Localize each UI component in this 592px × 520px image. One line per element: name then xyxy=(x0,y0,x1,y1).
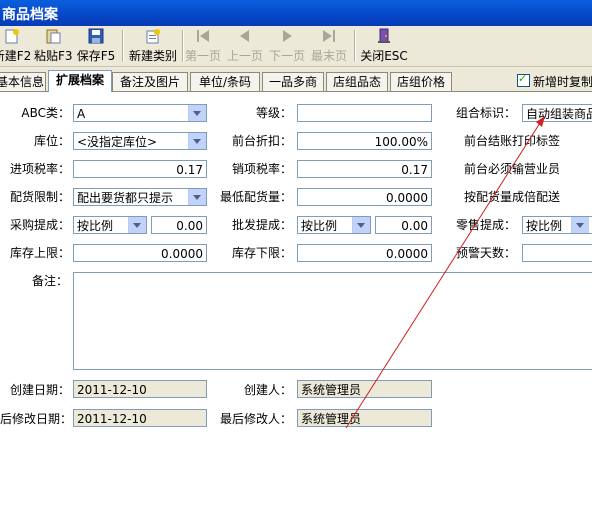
next-page-button[interactable]: 下一页 xyxy=(268,28,306,64)
tab-remarks-images[interactable]: 备注及图片 xyxy=(112,72,188,91)
chevron-down-icon[interactable] xyxy=(188,189,206,205)
distribution-limit-select[interactable]: 配出要货都只提示 xyxy=(73,188,207,206)
wholesale-commission-mode-value: 按比例 xyxy=(301,219,338,233)
multiple-distribution-label: 按配货量成倍配送 xyxy=(464,190,561,204)
save-disk-icon xyxy=(88,28,104,44)
out-tax-input[interactable]: 0.17 xyxy=(297,160,432,178)
tab-unit-barcode[interactable]: 单位/条码 xyxy=(190,72,260,91)
save-button[interactable]: 保存F5 xyxy=(76,28,116,64)
next-page-icon xyxy=(283,30,292,42)
form-panel: ABC类： A 等级： 组合标识： 自动组装商品 库位： <没指定库位> 前台折… xyxy=(0,91,592,520)
new-doc-icon xyxy=(5,29,19,44)
front-clerk-label: 前台必须输营业员 xyxy=(464,162,561,176)
copy-on-add-label: 新增时复制 xyxy=(533,75,592,89)
retail-commission-label: 零售提成： xyxy=(455,218,516,232)
purchase-commission-label: 采购提成： xyxy=(9,218,70,232)
level-input[interactable] xyxy=(297,104,432,122)
tab-strip: 基本信息 扩展档案 备注及图片 单位/条码 一品多商 店组品态 店组价格 新增时… xyxy=(0,70,592,92)
title-bar: 商品档案 xyxy=(0,0,592,26)
tab-multi-supplier[interactable]: 一品多商 xyxy=(262,72,324,91)
remark-label: 备注： xyxy=(31,274,68,288)
created-date-label: 创建日期： xyxy=(9,383,70,397)
min-distribution-input[interactable]: 0.0000 xyxy=(297,188,432,206)
toolbar: 新建F2 粘贴F3 保存F5 新建类别 第一页 上一页 下一页 最末页 关闭ES… xyxy=(0,26,592,67)
purchase-commission-mode-select[interactable]: 按比例 xyxy=(73,216,147,234)
stock-max-label: 库存上限： xyxy=(9,246,70,260)
chevron-down-icon[interactable] xyxy=(188,133,206,149)
first-page-button[interactable]: 第一页 xyxy=(184,28,222,64)
combo-tag-label: 组合标识： xyxy=(455,106,516,120)
tab-store-group-price[interactable]: 店组价格 xyxy=(390,72,452,91)
tab-store-group-state[interactable]: 店组品态 xyxy=(326,72,388,91)
new-category-icon xyxy=(146,29,160,44)
location-select[interactable]: <没指定库位> xyxy=(73,132,207,150)
paste-icon xyxy=(46,29,61,44)
toolbar-separator xyxy=(122,30,124,62)
wholesale-commission-label: 批发提成： xyxy=(231,218,292,232)
window-title: 商品档案 xyxy=(2,7,58,23)
chevron-down-icon[interactable] xyxy=(571,217,589,233)
stock-max-input[interactable]: 0.0000 xyxy=(73,244,207,262)
prev-page-icon xyxy=(240,30,249,42)
last-page-button[interactable]: 最末页 xyxy=(310,28,348,64)
purchase-commission-input[interactable]: 0.00 xyxy=(151,216,207,234)
abc-class-value: A xyxy=(77,107,86,121)
front-discount-input[interactable]: 100.00% xyxy=(297,132,432,150)
tab-basic-info[interactable]: 基本信息 xyxy=(0,72,46,91)
creator-label: 创建人： xyxy=(243,383,292,397)
out-tax-label: 销项税率： xyxy=(231,162,292,176)
wholesale-commission-input[interactable]: 0.00 xyxy=(375,216,432,234)
retail-commission-mode-value: 按比例 xyxy=(526,219,563,233)
level-label: 等级： xyxy=(255,106,292,120)
in-tax-input[interactable]: 0.17 xyxy=(73,160,207,178)
copy-on-add-checkbox[interactable] xyxy=(517,72,530,87)
warn-days-input[interactable] xyxy=(522,244,592,262)
location-value: <没指定库位> xyxy=(77,135,158,149)
toolbar-separator xyxy=(354,30,356,62)
modified-date-field: 2011-12-10 xyxy=(73,409,207,427)
new-button[interactable]: 新建F2 xyxy=(0,28,32,64)
prev-page-button[interactable]: 上一页 xyxy=(226,28,264,64)
created-date-field: 2011-12-10 xyxy=(73,380,207,398)
abc-class-select[interactable]: A xyxy=(73,104,207,122)
in-tax-label: 进项税率： xyxy=(9,162,70,176)
purchase-commission-mode-value: 按比例 xyxy=(77,219,114,233)
last-page-icon xyxy=(323,30,335,42)
distribution-limit-label: 配货限制： xyxy=(9,190,70,204)
chevron-down-icon[interactable] xyxy=(128,217,146,233)
combo-tag-select[interactable]: 自动组装商品 xyxy=(522,104,592,122)
abc-class-label: ABC类： xyxy=(21,106,70,120)
front-print-label: 前台结账打印标签 xyxy=(464,134,561,148)
creator-field: 系统管理员 xyxy=(297,380,432,398)
distribution-limit-value: 配出要货都只提示 xyxy=(77,191,174,205)
wholesale-commission-mode-select[interactable]: 按比例 xyxy=(297,216,371,234)
retail-commission-mode-select[interactable]: 按比例 xyxy=(522,216,592,234)
close-button[interactable]: 关闭ESC xyxy=(360,28,408,64)
first-page-icon xyxy=(197,30,209,42)
modifier-label: 最后修改人： xyxy=(219,412,292,426)
modifier-field: 系统管理员 xyxy=(297,409,432,427)
new-category-button[interactable]: 新建类别 xyxy=(127,28,179,64)
paste-button[interactable]: 粘贴F3 xyxy=(34,28,73,64)
chevron-down-icon[interactable] xyxy=(352,217,370,233)
remark-textarea[interactable] xyxy=(73,272,592,370)
warn-days-label: 预警天数： xyxy=(455,246,516,260)
modified-date-label: 后修改日期： xyxy=(0,412,73,426)
tab-extended[interactable]: 扩展档案 xyxy=(48,70,112,92)
front-discount-label: 前台折扣： xyxy=(231,134,292,148)
chevron-down-icon[interactable] xyxy=(188,105,206,121)
stock-min-label: 库存下限： xyxy=(231,246,292,260)
location-label: 库位： xyxy=(33,134,70,148)
min-distribution-label: 最低配货量： xyxy=(219,190,292,204)
exit-door-icon xyxy=(378,28,390,43)
stock-min-input[interactable]: 0.0000 xyxy=(297,244,432,262)
